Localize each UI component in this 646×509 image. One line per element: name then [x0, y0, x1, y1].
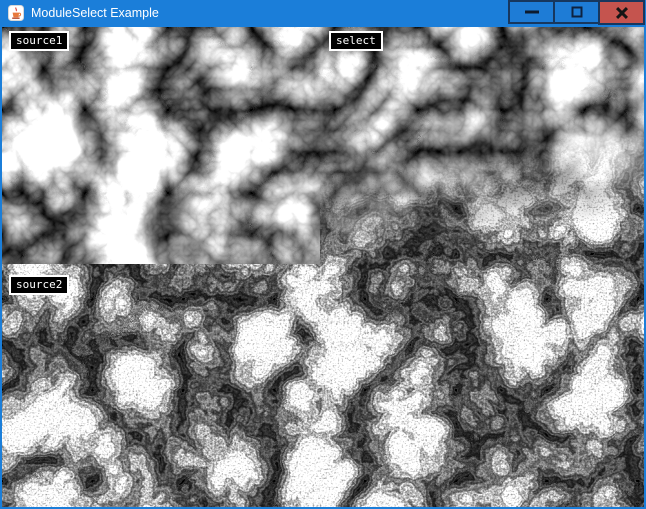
noise-render-canvas	[2, 27, 644, 507]
java-coffee-cup-graphic	[8, 5, 24, 21]
window-controls	[510, 0, 645, 26]
java-coffee-cup-icon[interactable]	[8, 5, 24, 21]
minimize-button[interactable]	[508, 0, 555, 24]
maximize-icon	[571, 7, 582, 18]
label-source2: source2	[9, 275, 69, 295]
label-select: select	[329, 31, 383, 51]
app-window: ModuleSelect Example	[0, 0, 646, 509]
titlebar[interactable]: ModuleSelect Example	[0, 0, 646, 27]
source1-inset-image	[2, 27, 320, 264]
minimize-icon	[525, 11, 539, 14]
maximize-button[interactable]	[553, 0, 600, 24]
window-title: ModuleSelect Example	[31, 0, 159, 27]
render-area: source1 select source2	[2, 27, 644, 507]
label-source1: source1	[9, 31, 69, 51]
source2-inset-image	[2, 264, 320, 507]
close-button[interactable]	[598, 0, 645, 25]
